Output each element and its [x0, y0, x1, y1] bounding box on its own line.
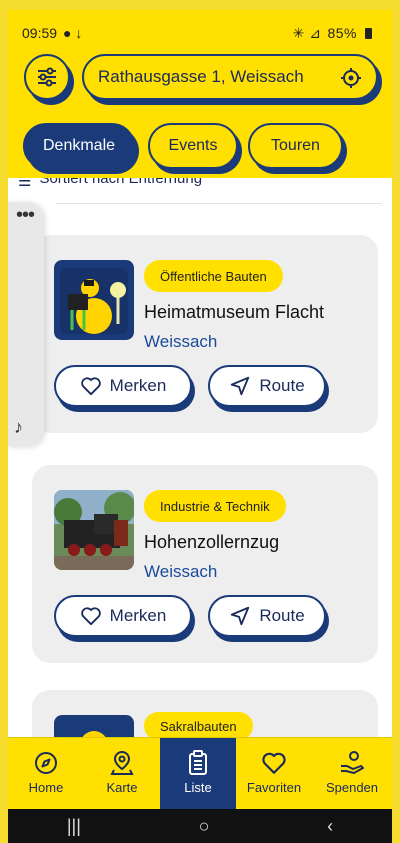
- category-badge: Sakralbauten: [144, 712, 253, 740]
- item-thumbnail: [54, 490, 134, 570]
- status-bar: 09:59 ● ↓ ✳ ⊿ 85%: [22, 22, 372, 44]
- address-text: Rathausgasse 1, Weissach: [98, 67, 304, 86]
- tab-denkmale[interactable]: Denkmale: [23, 123, 135, 169]
- nav-item-home[interactable]: Home: [8, 738, 84, 810]
- status-icons: ● ↓: [63, 25, 83, 41]
- clipboard-icon: [189, 750, 207, 775]
- address-field[interactable]: Rathausgasse 1, Weissach: [82, 54, 378, 100]
- list-item[interactable]: Öffentliche Bauten Heimatmuseum Flacht W…: [32, 235, 378, 433]
- item-title[interactable]: Heimatmuseum Flacht: [144, 302, 324, 323]
- item-title[interactable]: Hohenzollernzug: [144, 532, 279, 553]
- phone-screen: 09:59 ● ↓ ✳ ⊿ 85% Rathausgasse 1, Weissa…: [8, 10, 392, 843]
- nav-label: Spenden: [325, 780, 379, 795]
- map-pin-icon: [110, 750, 134, 775]
- item-city: Weissach: [144, 562, 218, 581]
- save-label: Merken: [109, 376, 167, 395]
- back-icon[interactable]: ‹: [327, 816, 333, 837]
- nav-item-liste[interactable]: Liste: [160, 738, 236, 810]
- sliders-icon: [38, 67, 56, 87]
- nav-item-karte[interactable]: Karte: [84, 738, 160, 810]
- filter-button[interactable]: [24, 54, 70, 100]
- nav-item-spenden[interactable]: Spenden: [312, 738, 392, 810]
- tab-events[interactable]: Events: [148, 123, 238, 169]
- save-label: Merken: [109, 606, 167, 625]
- nav-item-favoriten[interactable]: Favoriten: [236, 738, 312, 810]
- nav-label: Karte: [106, 780, 138, 795]
- status-time: 09:59: [22, 25, 58, 41]
- route-button[interactable]: Route: [208, 365, 326, 407]
- sort-label: Sortiert nach Entfernung: [39, 178, 203, 187]
- music-note-icon[interactable]: ♪: [14, 417, 23, 438]
- divider: [56, 203, 382, 204]
- nav-label: Liste: [184, 780, 212, 795]
- bottom-navigation: Home Karte Liste Favoriten Spenden: [8, 737, 392, 810]
- sort-icon: ☰: [18, 178, 32, 190]
- signal-icon: ✳ ⊿: [292, 24, 322, 41]
- edge-panel-handle[interactable]: ••• ♪: [8, 202, 44, 446]
- navigation-arrow-icon: [231, 376, 250, 396]
- tab-touren[interactable]: Touren: [248, 123, 343, 169]
- home-circle-icon[interactable]: ○: [199, 816, 210, 837]
- category-badge: Öffentliche Bauten: [144, 260, 283, 292]
- battery-icon: [365, 27, 372, 39]
- nav-label: Home: [28, 780, 64, 795]
- museum-illustration: [54, 260, 134, 340]
- category-badge: Industrie & Technik: [144, 490, 286, 522]
- item-city: Weissach: [144, 332, 218, 351]
- train-photo: [54, 490, 134, 570]
- locate-icon[interactable]: [340, 67, 362, 89]
- navigation-arrow-icon: [231, 606, 250, 626]
- list-item[interactable]: Industrie & Technik Hohenzollernzug Weis…: [32, 465, 378, 663]
- route-label: Route: [259, 376, 305, 395]
- nav-label: Favoriten: [246, 780, 302, 795]
- battery-level: 85%: [327, 25, 357, 41]
- heart-icon: [80, 607, 101, 626]
- save-button[interactable]: Merken: [54, 365, 192, 407]
- app-header: 09:59 ● ↓ ✳ ⊿ 85% Rathausgasse 1, Weissa…: [8, 10, 392, 178]
- heart-icon: [80, 377, 101, 396]
- donate-icon: [341, 751, 364, 774]
- item-thumbnail: [54, 260, 134, 340]
- compass-icon: [35, 752, 57, 774]
- sort-indicator[interactable]: ☰ Sortiert nach Entfernung: [18, 178, 378, 198]
- more-icon[interactable]: •••: [16, 204, 35, 227]
- heart-icon: [262, 752, 286, 774]
- recent-apps-icon[interactable]: |||: [67, 816, 81, 837]
- system-navigation-bar: ||| ○ ‹: [8, 809, 392, 843]
- route-label: Route: [259, 606, 305, 625]
- app-frame: 09:59 ● ↓ ✳ ⊿ 85% Rathausgasse 1, Weissa…: [0, 0, 400, 843]
- route-button[interactable]: Route: [208, 595, 326, 637]
- save-button[interactable]: Merken: [54, 595, 192, 637]
